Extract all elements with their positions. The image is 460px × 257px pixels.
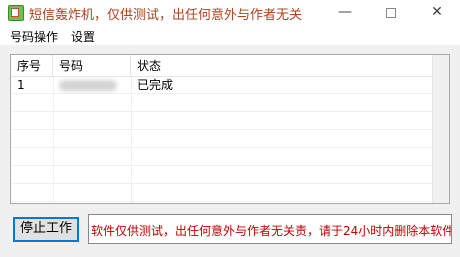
column-header-status[interactable]: 状态 — [131, 55, 433, 77]
list-header: 序号 号码 状态 — [11, 55, 433, 77]
row-number — [53, 77, 131, 94]
row-status: 已完成 — [137, 78, 174, 92]
table-row — [11, 167, 433, 184]
app-icon — [8, 5, 24, 21]
table-row — [11, 149, 433, 166]
table-row — [11, 185, 433, 202]
number-list[interactable]: 序号 号码 状态 1 已完成 — [10, 54, 450, 204]
menu-number-operations[interactable]: 号码操作 — [10, 28, 58, 45]
menu-bar: 号码操作 设置 — [0, 26, 460, 45]
status-message: 软件仅供测试，出任何意外与作者无关责，请于24小时内删除本软件 — [91, 224, 452, 238]
row-index: 1 — [17, 78, 25, 92]
window-title: 短信轰炸机，仅供测试，出任何意外与作者无关 — [29, 8, 303, 23]
minimize-icon: — — [338, 4, 352, 20]
column-header-index[interactable]: 序号 — [11, 55, 53, 77]
column-header-number[interactable]: 号码 — [53, 55, 131, 77]
table-row — [11, 131, 433, 148]
maximize-button[interactable] — [368, 0, 414, 26]
close-icon: ✕ — [431, 4, 443, 20]
table-row[interactable]: 1 已完成 — [11, 77, 433, 94]
minimize-button[interactable]: — — [322, 0, 368, 26]
close-button[interactable]: ✕ — [414, 0, 460, 26]
table-row — [11, 113, 433, 130]
stop-work-button[interactable]: 停止工作 — [13, 217, 79, 242]
status-box: 软件仅供测试，出任何意外与作者无关责，请于24小时内删除本软件 — [88, 214, 452, 244]
menu-settings[interactable]: 设置 — [71, 28, 95, 45]
client-area: 序号 号码 状态 1 已完成 停止工作 软件仅供测试，出任何意外与作者无关责，请… — [0, 45, 460, 257]
title-bar[interactable]: 短信轰炸机，仅供测试，出任何意外与作者无关 — ✕ — [0, 0, 460, 26]
redacted-number — [59, 80, 117, 91]
vertical-scrollbar[interactable] — [432, 55, 449, 203]
table-row — [11, 95, 433, 112]
maximize-icon — [386, 8, 396, 18]
